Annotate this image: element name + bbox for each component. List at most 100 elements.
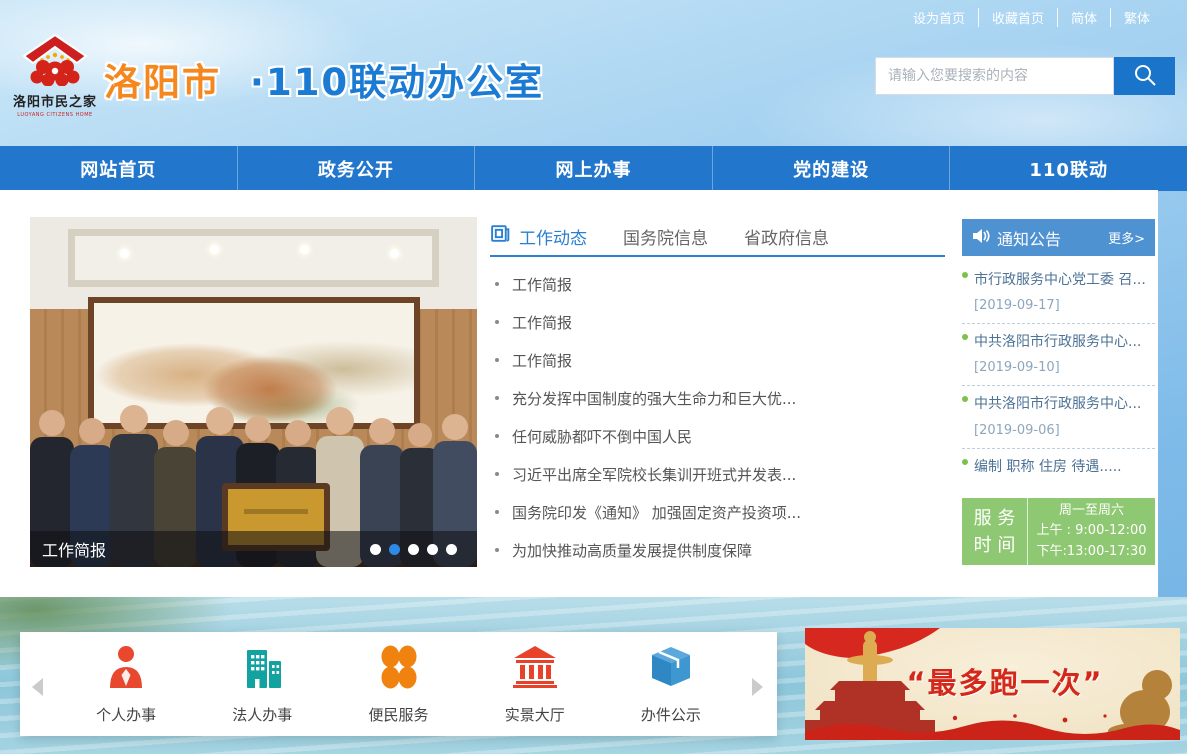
service-label: 办件公示 [641,704,701,725]
page-title: 洛阳市 ·110联动办公室 [104,52,544,106]
ceiling-light [300,245,309,254]
notice-date: [2019-09-06] [962,423,1155,438]
set-homepage-link[interactable]: 设为首页 [900,8,978,27]
service-case-publicity[interactable]: 办件公示 [603,644,739,725]
news-section: 工作动态 国务院信息 省政府信息 工作简报 工作简报 工作简报 充分发挥中国制度… [490,217,945,569]
service-time-label-line: 服 务 [974,505,1016,532]
nav-item-party-building[interactable]: 党的建设 [712,146,950,191]
favorite-link[interactable]: 收藏首页 [978,8,1057,27]
green-dot-icon [962,334,968,340]
news-item[interactable]: 工作简报 [490,265,945,303]
news-item[interactable]: 工作简报 [490,303,945,341]
tab-label: 工作动态 [519,224,587,249]
banner-slogan: “最多跑一次” [855,660,1155,702]
speaker-icon [972,228,990,248]
notice-item[interactable]: 中共洛阳市行政服务中心... [2019-09-06] [962,386,1155,448]
notice-item[interactable]: 编制 职称 住房 待遇..... [962,449,1155,486]
tab-state-council-info[interactable]: 国务院信息 [623,224,708,249]
news-item[interactable]: 工作简报 [490,341,945,379]
page-title-office: ·110联动办公室 [250,61,544,104]
newspaper-icon [490,223,511,249]
promo-banner[interactable]: “最多跑一次” [805,628,1180,740]
search-input[interactable] [875,57,1114,95]
service-label: 个人办事 [96,704,156,725]
news-item-title: 习近平出席全军院校长集训开班式并发表... [512,464,796,485]
tab-provincial-gov-info[interactable]: 省政府信息 [744,224,829,249]
ceiling-light [120,249,129,258]
carousel-dot-2[interactable] [389,544,400,555]
notice-item[interactable]: 中共洛阳市行政服务中心... [2019-09-10] [962,324,1155,386]
traditional-chinese-link[interactable]: 繁体 [1110,8,1163,27]
carousel-caption: 工作简报 [42,537,370,561]
news-item-title: 任何威胁都吓不倒中国人民 [512,426,692,447]
green-dot-icon [962,272,968,278]
bullet-icon [495,472,499,476]
news-item[interactable]: 为加快推动高质量发展提供制度保障 [490,531,945,569]
topbar: 设为首页 收藏首页 简体 繁体 [900,8,1163,27]
service-personal-affairs[interactable]: 个人办事 [58,644,194,725]
search-box [875,57,1175,95]
citizens-home-emblem-icon [15,71,95,90]
carousel-dot-4[interactable] [427,544,438,555]
service-label: 法人办事 [232,704,292,725]
green-dot-icon [962,396,968,402]
green-dot-icon [962,459,968,465]
carousel-photo-ceiling-tray [68,229,439,287]
bullet-icon [495,396,499,400]
schedule-morning: 上午 : 9:00-12:00 [1037,521,1147,541]
news-item-title: 国务院印发《通知》 加强固定资产投资项... [512,502,801,523]
service-time-label: 服 务 时 间 [962,498,1028,565]
carousel-dot-1[interactable] [370,544,381,555]
person-icon [103,644,149,694]
nav-item-gov-disclosure[interactable]: 政务公开 [237,146,475,191]
service-live-hall[interactable]: 实景大厅 [467,644,603,725]
main-nav: 网站首页 政务公开 网上办事 党的建设 110联动 [0,146,1187,191]
carousel-slide[interactable]: 工作简报 [30,217,477,567]
cube-icon [648,644,694,694]
service-label: 便民服务 [369,704,429,725]
notice-item[interactable]: 市行政服务中心党工委 召... [2019-09-17] [962,262,1155,324]
notice-title: 中共洛阳市行政服务中心... [974,333,1141,351]
simplified-chinese-link[interactable]: 简体 [1057,8,1110,27]
logo-name: 洛阳市民之家 [12,91,98,110]
news-item[interactable]: 任何威胁都吓不倒中国人民 [490,417,945,455]
service-convenience-services[interactable]: 便民服务 [330,644,466,725]
bullet-icon [495,282,499,286]
news-list: 工作简报 工作简报 工作简报 充分发挥中国制度的强大生命力和巨大优... 任何威… [490,265,945,569]
bullet-icon [495,510,499,514]
tab-work-news[interactable]: 工作动态 [490,223,587,249]
carousel-dots [370,544,457,555]
news-item-title: 工作简报 [512,274,572,295]
services-next-arrow-icon[interactable] [752,678,763,696]
notice-board-title: 通知公告 [997,226,1108,250]
news-item[interactable]: 充分发挥中国制度的强大生命力和巨大优... [490,379,945,417]
notice-more-link[interactable]: 更多> [1108,228,1145,247]
bullet-icon [495,434,499,438]
notice-title: 编制 职称 住房 待遇..... [974,458,1122,476]
tab-label: 国务院信息 [623,224,708,249]
news-item-title: 工作简报 [512,350,572,371]
page: 设为首页 收藏首页 简体 繁体 洛阳市民之家 LUO [0,0,1187,754]
services-prev-arrow-icon[interactable] [32,678,43,696]
buildings-icon [239,644,285,694]
nav-item-online-services[interactable]: 网上办事 [474,146,712,191]
notice-board-header: 通知公告 更多> [962,219,1155,256]
carousel-dot-5[interactable] [446,544,457,555]
search-button[interactable] [1114,57,1175,95]
ceiling-light [210,245,219,254]
service-legal-person-affairs[interactable]: 法人办事 [194,644,330,725]
search-icon [1132,62,1158,91]
bank-icon [512,644,558,694]
news-item[interactable]: 国务院印发《通知》 加强固定资产投资项... [490,493,945,531]
nav-item-home[interactable]: 网站首页 [0,146,237,191]
carousel-caption-bar: 工作简报 [30,531,477,567]
notice-title: 市行政服务中心党工委 召... [974,271,1146,289]
nav-item-110-linkage[interactable]: 110联动 [949,146,1187,191]
clover-icon [376,644,422,694]
quick-services-card: 个人办事 法人办事 [20,632,777,736]
site-logo[interactable]: 洛阳市民之家 LUOYANG CITIZENS HOME [12,34,98,118]
news-item[interactable]: 习近平出席全军院校长集训开班式并发表... [490,455,945,493]
carousel-dot-3[interactable] [408,544,419,555]
service-time-label-line: 时 间 [974,532,1016,559]
page-title-city: 洛阳市 [104,61,221,104]
